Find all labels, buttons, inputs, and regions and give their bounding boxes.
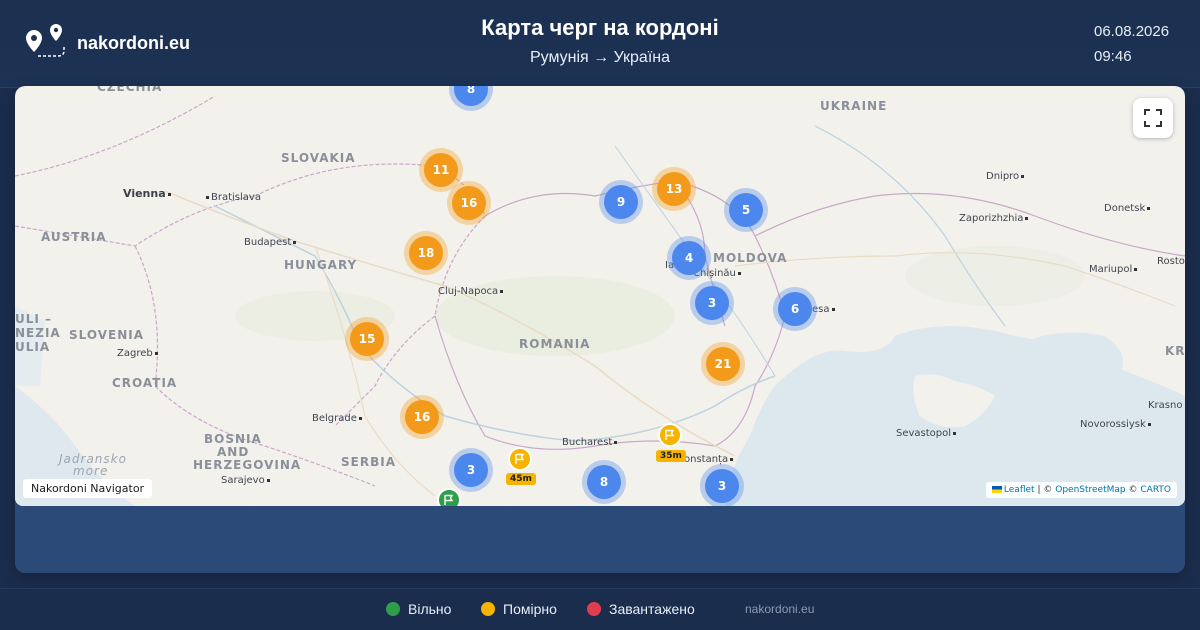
queue-cluster[interactable]: 3: [454, 453, 488, 487]
queue-cluster[interactable]: 8: [587, 465, 621, 499]
city-label: Zagreb: [117, 348, 160, 359]
page-title: Карта черг на кордоні: [481, 15, 719, 40]
fullscreen-button[interactable]: [1133, 98, 1173, 138]
country-label: SLOVAKIA: [281, 151, 356, 165]
queue-cluster[interactable]: 18: [409, 236, 443, 270]
country-label: ROMANIA: [519, 337, 591, 351]
queue-cluster[interactable]: 6: [778, 292, 812, 326]
flag-icon: [515, 453, 525, 464]
country-label: CZECHIA: [97, 86, 163, 94]
country-label: BOSNIA: [204, 432, 262, 446]
carto-link[interactable]: CARTO: [1140, 485, 1171, 495]
flag-icon: [665, 429, 675, 440]
legend-label: Завантажено: [609, 601, 695, 617]
flag-icon: [444, 494, 454, 505]
wait-time-tag: 35m: [656, 450, 686, 462]
legend-item-busy: Завантажено: [587, 601, 695, 617]
border-crossing-pin[interactable]: [437, 488, 461, 506]
map-card: CZECHIA SLOVAKIA AUSTRIA HUNGARY SLOVENI…: [15, 86, 1185, 573]
header: nakordoni.eu Карта черг на кордоні Румун…: [0, 0, 1200, 88]
city-label: Dnipro: [986, 171, 1026, 182]
wait-time-tag: 45m: [506, 473, 536, 485]
route-subtitle: Румунія → Україна: [529, 49, 671, 66]
queue-cluster[interactable]: 5: [729, 193, 763, 227]
legend-item-moderate: Помірно: [481, 601, 557, 617]
country-label: ULI –: [15, 312, 53, 326]
sea-label: more: [73, 464, 109, 478]
city-label: Budapest: [244, 237, 298, 248]
ukraine-flag-icon: [991, 486, 1002, 493]
attribution-separator: ©: [1128, 485, 1138, 495]
green-dot-icon: [386, 602, 400, 616]
legend-footer: Вільно Помірно Завантажено nakordoni.eu: [0, 588, 1200, 630]
legend-item-free: Вільно: [386, 601, 451, 617]
country-label: SERBIA: [341, 455, 396, 469]
navigator-label: Nakordoni Navigator: [23, 479, 153, 498]
country-label: KRA: [1165, 344, 1185, 358]
country-label: UKRAINE: [820, 99, 888, 113]
city-label: Zaporizhzhia: [959, 213, 1030, 224]
queue-cluster[interactable]: 16: [405, 400, 439, 434]
city-label: Krasno: [1148, 400, 1183, 411]
map-view[interactable]: CZECHIA SLOVAKIA AUSTRIA HUNGARY SLOVENI…: [15, 86, 1185, 506]
city-label: Belgrade: [312, 413, 364, 424]
legend-label: Помірно: [503, 601, 557, 617]
queue-cluster[interactable]: 11: [424, 153, 458, 187]
country-label: ULIA: [15, 340, 51, 354]
city-label: Novorossiysk: [1080, 419, 1153, 430]
queue-cluster[interactable]: 4: [672, 241, 706, 275]
city-label: Bucharest: [562, 437, 619, 448]
country-label: NEZIA: [15, 326, 61, 340]
country-label: AUSTRIA: [41, 230, 107, 244]
city-label: Sarajevo: [221, 475, 272, 486]
city-label: Donetsk: [1104, 203, 1152, 214]
queue-cluster[interactable]: 3: [695, 286, 729, 320]
city-label: Cluj-Napoca: [438, 286, 505, 297]
red-dot-icon: [587, 602, 601, 616]
city-label: Vienna: [123, 187, 173, 200]
city-label: Mariupol: [1089, 264, 1139, 275]
city-label: Bratislava: [204, 192, 261, 203]
queue-cluster[interactable]: 3: [705, 469, 739, 503]
map-attribution: Leaflet | © OpenStreetMap © CARTO: [985, 482, 1177, 498]
country-label: CROATIA: [112, 376, 178, 390]
osm-link[interactable]: OpenStreetMap: [1055, 485, 1125, 495]
queue-cluster[interactable]: 13: [657, 172, 691, 206]
country-label: HUNGARY: [284, 258, 358, 272]
yellow-dot-icon: [481, 602, 495, 616]
city-label: esa: [812, 304, 837, 315]
site-link[interactable]: nakordoni.eu: [745, 602, 814, 616]
fullscreen-icon: [1144, 109, 1162, 127]
time-display: 09:46: [1094, 48, 1132, 65]
date-display: 06.08.2026: [1094, 23, 1170, 40]
country-label: MOLDOVA: [713, 251, 788, 265]
queue-cluster[interactable]: 16: [452, 186, 486, 220]
country-label: SLOVENIA: [69, 328, 145, 342]
city-label: Rosto: [1157, 256, 1185, 267]
country-label: HERZEGOVINA: [193, 458, 302, 472]
queue-cluster[interactable]: 9: [604, 185, 638, 219]
leaflet-link[interactable]: Leaflet: [1004, 485, 1035, 495]
border-crossing-pin[interactable]: [508, 447, 532, 471]
queue-cluster[interactable]: 15: [350, 322, 384, 356]
border-crossing-pin[interactable]: [658, 423, 682, 447]
country-label: AND: [217, 445, 250, 459]
queue-cluster[interactable]: 21: [706, 347, 740, 381]
attribution-separator: | ©: [1037, 485, 1053, 495]
city-label: Sevastopol: [896, 428, 958, 439]
legend-label: Вільно: [408, 601, 452, 617]
